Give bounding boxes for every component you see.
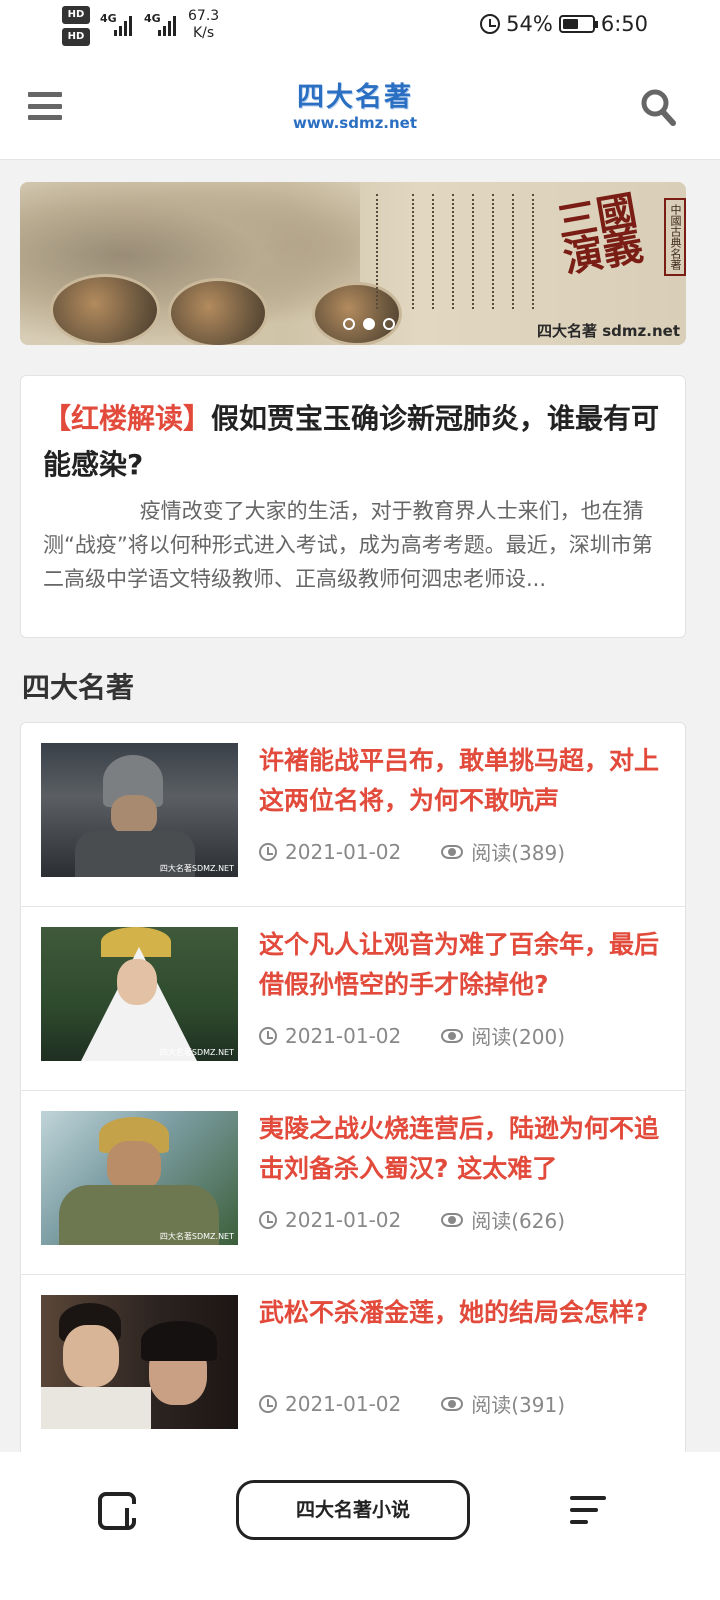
banner-text-column (432, 194, 438, 309)
eye-icon (441, 844, 464, 859)
banner-text-column (492, 194, 498, 309)
banner-title: 三國演義 (553, 186, 647, 283)
thumbnail-watermark: 四大名著SDMZ.NET (159, 1048, 234, 1057)
clock-icon (259, 1210, 277, 1229)
article-views: 阅读(200) (471, 1025, 566, 1049)
clock-icon (259, 1394, 277, 1413)
thumbnail-robe (41, 1387, 151, 1429)
clock-icon (259, 842, 277, 861)
featured-title[interactable]: 【红楼解读】假如贾宝玉确诊新冠肺炎，谁最有可能感染? (43, 396, 665, 488)
menu-icon[interactable] (28, 92, 62, 120)
banner-scene-1 (50, 274, 160, 345)
banner-scene-3 (312, 282, 402, 345)
hd2-badge: HD (62, 28, 90, 46)
article-title[interactable]: 许褚能战平吕布，敢单挑马超，对上这两位名将，为何不敢吭声 (259, 741, 659, 821)
banner-scene-2 (168, 278, 268, 345)
banner-stamp: 中國古典名著 (664, 198, 686, 276)
carousel-dot[interactable] (363, 318, 375, 330)
article-meta: 2021-01-02 阅读(389) (259, 837, 565, 866)
thumbnail-face (63, 1325, 119, 1387)
clock-time: 6:50 (600, 12, 648, 36)
status-right: 54% 6:50 (480, 12, 648, 36)
list-item[interactable]: 四大名著SDMZ.NET 这个凡人让观音为难了百余年，最后借假孙悟空的手才除掉他… (21, 907, 685, 1091)
article-title[interactable]: 夷陵之战火烧连营后，陆逊为何不追击刘备杀入蜀汉? 这太难了 (259, 1109, 659, 1189)
banner-carousel[interactable]: 三國演義 中國古典名著 四大名著 sdmz.net (20, 182, 686, 345)
signal2-icon (158, 14, 176, 36)
alarm-icon (480, 14, 501, 34)
speed-unit: K/s (192, 25, 215, 41)
article-thumbnail[interactable] (41, 1295, 238, 1429)
banner-text-column (412, 194, 418, 309)
list-item[interactable]: 武松不杀潘金莲，她的结局会怎样? 2021-01-02 阅读(391) (21, 1275, 685, 1459)
article-views: 阅读(391) (471, 1393, 566, 1417)
thumbnail-hair-2 (141, 1321, 217, 1361)
thumbnail-face (111, 795, 157, 835)
eye-icon (441, 1396, 464, 1411)
list-item[interactable]: 四大名著SDMZ.NET 许褚能战平吕布，敢单挑马超，对上这两位名将，为何不敢吭… (21, 723, 685, 907)
article-views: 阅读(389) (471, 841, 566, 865)
thumbnail-face (107, 1141, 161, 1191)
article-thumbnail[interactable]: 四大名著SDMZ.NET (41, 1111, 238, 1245)
article-thumbnail[interactable]: 四大名著SDMZ.NET (41, 927, 238, 1061)
clock-icon (259, 1026, 277, 1045)
hd-badges: HD HD (62, 6, 90, 50)
article-date: 2021-01-02 (285, 1207, 402, 1232)
article-thumbnail[interactable]: 四大名著SDMZ.NET (41, 743, 238, 877)
article-date: 2021-01-02 (285, 1391, 402, 1416)
tabs-icon[interactable] (98, 1492, 136, 1530)
banner-watermark: 四大名著 sdmz.net (537, 322, 680, 340)
article-list: 四大名著SDMZ.NET 许褚能战平吕布，敢单挑马超，对上这两位名将，为何不敢吭… (20, 722, 686, 1472)
featured-summary: 疫情改变了大家的生活，对于教育界人士来们，也在猜测“战疫”将以何种形式进入考试，… (43, 499, 653, 591)
carousel-dot[interactable] (383, 318, 395, 330)
bottom-bar: 四大名著小说 (0, 1452, 720, 1600)
article-date: 2021-01-02 (285, 839, 402, 864)
featured-tag: 【红楼解读】 (43, 402, 212, 435)
banner-text-column (472, 194, 478, 309)
logo-text: 四大名著 (297, 82, 413, 113)
eye-icon (441, 1212, 464, 1227)
article-date: 2021-01-02 (285, 1023, 402, 1048)
article-meta: 2021-01-02 阅读(626) (259, 1205, 565, 1234)
thumbnail-watermark: 四大名著SDMZ.NET (159, 1232, 234, 1241)
page-title-button[interactable]: 四大名著小说 (236, 1480, 470, 1540)
featured-article[interactable]: 【红楼解读】假如贾宝玉确诊新冠肺炎，谁最有可能感染? 疫情改变了大家的生活，对于… (20, 375, 686, 638)
logo-url: www.sdmz.net (292, 114, 418, 132)
carousel-dot[interactable] (343, 318, 355, 330)
article-title[interactable]: 武松不杀潘金莲，她的结局会怎样? (259, 1293, 659, 1333)
article-views: 阅读(626) (471, 1209, 566, 1233)
list-item[interactable]: 四大名著SDMZ.NET 夷陵之战火烧连营后，陆逊为何不追击刘备杀入蜀汉? 这太… (21, 1091, 685, 1275)
banner-text-column (532, 194, 538, 309)
search-icon[interactable] (640, 88, 676, 126)
thumbnail-watermark: 四大名著SDMZ.NET (159, 864, 234, 873)
speed-value: 67.3 (188, 8, 220, 24)
menu-lines-icon[interactable] (570, 1494, 606, 1526)
section-title: 四大名著 (22, 671, 135, 704)
article-meta: 2021-01-02 阅读(391) (259, 1389, 565, 1418)
eye-icon (441, 1028, 464, 1043)
battery-icon (558, 15, 598, 33)
site-header: 四大名著 www.sdmz.net (0, 56, 720, 160)
hd1-badge: HD (62, 6, 90, 24)
banner-text-column (376, 194, 382, 309)
battery-fill (562, 19, 578, 29)
signal1-icon (114, 14, 132, 36)
carousel-dots (343, 318, 395, 330)
battery-percent: 54% (506, 12, 553, 36)
network-speed: 67.3 K/s (188, 8, 219, 42)
banner-text-column (452, 194, 458, 309)
status-bar: HD HD 4G 4G 67.3 K/s 54% 6:50 (0, 0, 720, 56)
thumbnail-crown (101, 927, 171, 957)
site-logo[interactable]: 四大名著 www.sdmz.net (280, 82, 430, 132)
banner-text-column (512, 194, 518, 309)
thumbnail-face (117, 959, 157, 1005)
article-title[interactable]: 这个凡人让观音为难了百余年，最后借假孙悟空的手才除掉他? (259, 925, 659, 1005)
article-meta: 2021-01-02 阅读(200) (259, 1021, 565, 1050)
